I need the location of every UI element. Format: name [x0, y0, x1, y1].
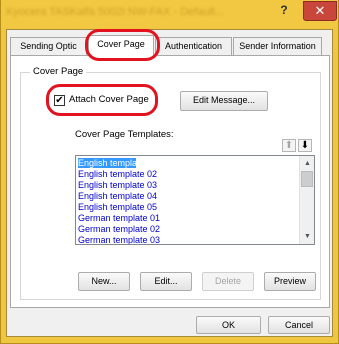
scroll-down-icon[interactable]: ▼	[301, 230, 314, 243]
close-button[interactable]: ✕	[303, 1, 337, 21]
edit-template-button[interactable]: Edit...	[140, 272, 192, 291]
templates-label: Cover Page Templates:	[75, 129, 174, 140]
tab-authentication[interactable]: Authentication	[155, 37, 232, 55]
scroll-thumb[interactable]	[301, 171, 313, 187]
tab-sender-information[interactable]: Sender Information	[233, 37, 322, 55]
move-down-icon[interactable]: ⬇	[298, 139, 312, 152]
tab-sending-options[interactable]: Sending Optic	[10, 37, 87, 55]
cancel-button[interactable]: Cancel	[268, 316, 330, 334]
new-template-button[interactable]: New...	[78, 272, 130, 291]
edit-message-button[interactable]: Edit Message...	[180, 91, 268, 111]
list-item[interactable]: English template 02	[78, 169, 298, 179]
ok-button[interactable]: OK	[196, 316, 261, 334]
help-button[interactable]: ?	[273, 1, 295, 19]
list-item[interactable]: German template 01	[78, 213, 298, 223]
annotation-ring-cover-page-tab	[85, 29, 160, 61]
list-scrollbar[interactable]: ▲ ▼	[299, 156, 314, 244]
list-item[interactable]: English template 01	[78, 158, 157, 168]
annotation-ring-attach-cover-page	[46, 84, 158, 116]
list-item[interactable]: German template 02	[78, 224, 298, 234]
list-item[interactable]: English template 04	[78, 191, 298, 201]
scroll-up-icon[interactable]: ▲	[301, 157, 314, 170]
list-item[interactable]: English template 03	[78, 180, 298, 190]
move-up-icon[interactable]: ⬆	[282, 139, 296, 152]
templates-listbox[interactable]: English template 01 English template 02 …	[75, 155, 315, 245]
preview-button[interactable]: Preview	[264, 272, 316, 291]
delete-template-button[interactable]: Delete	[202, 272, 254, 291]
group-label: Cover Page	[30, 66, 87, 77]
window-title: Kyocera TASKalfa 5002i NW-FAX - Default.…	[6, 6, 225, 18]
list-item[interactable]: German template 03	[78, 235, 298, 244]
list-item[interactable]: English template 05	[78, 202, 298, 212]
